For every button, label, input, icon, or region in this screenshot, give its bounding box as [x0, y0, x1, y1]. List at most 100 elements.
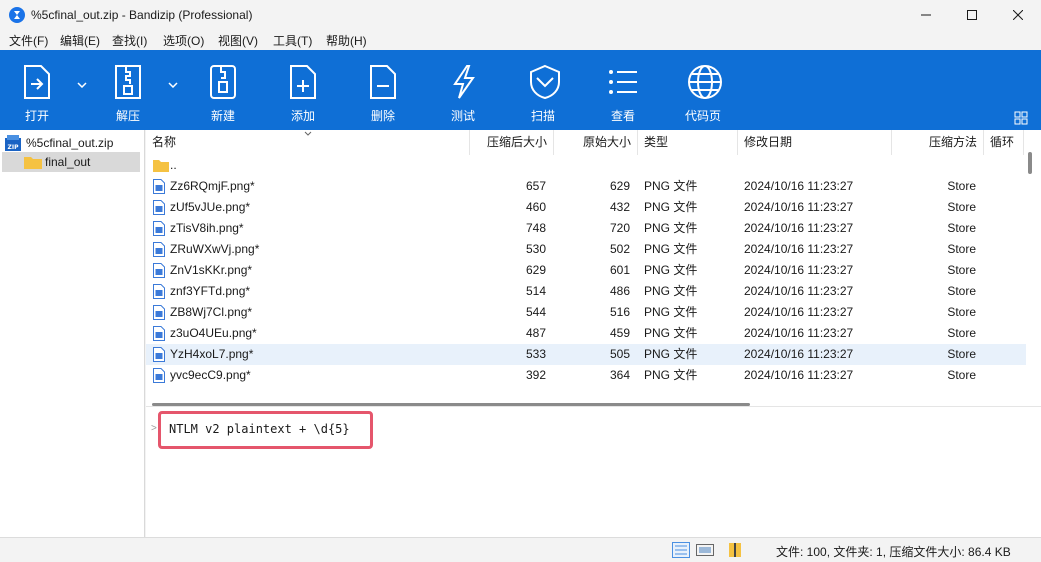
table-row[interactable]: YzH4xoL7.png* 533 505 PNG 文件 2024/10/16 11:2… [146, 344, 1026, 365]
open-dropdown-chevron-icon[interactable] [77, 77, 89, 89]
table-row[interactable]: z3uO4UEu.png* 487 459 PNG 文件 2024/10/16 11:2… [146, 323, 1026, 344]
vertical-scrollbar[interactable] [1028, 152, 1032, 174]
maximize-button[interactable] [949, 0, 995, 30]
compression-method: Store [947, 347, 976, 361]
folder-icon [24, 157, 42, 169]
file-name: Zz6RQmjF.png* [170, 179, 255, 193]
table-row[interactable]: znf3YFTd.png* 514 486 PNG 文件 2024/10/16 11:2… [146, 281, 1026, 302]
modified-date: 2024/10/16 11:23:27 [744, 200, 854, 214]
column-type[interactable]: 类型 [638, 130, 738, 155]
compressed-size: 514 [525, 284, 546, 298]
new-archive-button[interactable]: 新建 [188, 50, 258, 130]
file-type: PNG 文件 [644, 305, 698, 319]
png-file-icon [153, 200, 165, 215]
menu-options[interactable]: 选项(O) [163, 32, 204, 49]
add-label: 添加 [290, 109, 315, 123]
menu-file[interactable]: 文件(F) [9, 32, 48, 49]
compressed-size: 530 [525, 242, 546, 256]
table-row[interactable]: Zz6RQmjF.png* 657 629 PNG 文件 2024/10/16 11:2… [146, 176, 1026, 197]
scan-label: 扫描 [530, 109, 555, 123]
tree-root-archive[interactable]: ZIP %5cfinal_out.zip [4, 134, 142, 152]
png-file-icon [153, 326, 165, 341]
folder-icon [153, 158, 169, 173]
file-type: PNG 文件 [644, 221, 698, 235]
file-name: znf3YFTd.png* [170, 284, 251, 298]
comment-expand-chevron-icon[interactable]: > [151, 423, 157, 434]
folder-tree: ZIP %5cfinal_out.zip final_out [0, 130, 145, 537]
test-icon [453, 65, 475, 99]
bandizip-logo-icon [9, 7, 25, 23]
column-modified[interactable]: 修改日期 [738, 130, 892, 155]
file-name: zUf5vJUe.png* [170, 200, 251, 214]
table-row[interactable]: ZnV1sKKr.png* 629 601 PNG 文件 2024/10/16 11:2… [146, 260, 1026, 281]
scan-button[interactable]: 扫描 [508, 50, 578, 130]
scan-shield-icon [530, 64, 560, 100]
codepage-globe-icon [688, 65, 722, 99]
layout-grid-icon[interactable] [1013, 110, 1029, 126]
details-view-icon[interactable] [672, 542, 690, 558]
file-type: PNG 文件 [644, 284, 698, 298]
delete-label: 删除 [370, 109, 395, 123]
original-size: 432 [609, 200, 630, 214]
menu-edit[interactable]: 编辑(E) [60, 32, 100, 49]
table-row[interactable]: zUf5vJUe.png* 460 432 PNG 文件 2024/10/16 11:2… [146, 197, 1026, 218]
extract-dropdown-chevron-icon[interactable] [168, 77, 180, 89]
menu-bar: 文件(F) 编辑(E) 查找(I) 选项(O) 视图(V) 工具(T) 帮助(H… [0, 30, 1041, 50]
tree-item-final-out[interactable]: final_out [2, 152, 140, 172]
column-original-size[interactable]: 原始大小 [554, 130, 638, 155]
add-file-icon [290, 65, 316, 99]
test-button[interactable]: 测试 [428, 50, 498, 130]
compression-method: Store [947, 326, 976, 340]
file-name: ZRuWXwVj.png* [170, 242, 260, 256]
compression-method: Store [947, 242, 976, 256]
parent-folder-row[interactable]: .. [146, 155, 1026, 176]
menu-help[interactable]: 帮助(H) [326, 32, 367, 49]
extract-icon [115, 65, 141, 99]
table-row[interactable]: yvc9ecC9.png* 392 364 PNG 文件 2024/10/16 11:2… [146, 365, 1026, 386]
sort-chevron-icon [304, 131, 312, 136]
compression-method: Store [947, 263, 976, 277]
compressed-size: 544 [525, 305, 546, 319]
compression-method: Store [947, 221, 976, 235]
table-row[interactable]: ZRuWXwVj.png* 530 502 PNG 文件 2024/10/16 11:2… [146, 239, 1026, 260]
view-button[interactable]: 查看 [588, 50, 658, 130]
modified-date: 2024/10/16 11:23:27 [744, 368, 854, 382]
compression-method: Store [947, 368, 976, 382]
column-crc[interactable]: 循环 [984, 130, 1024, 155]
open-icon [24, 65, 50, 99]
file-name: ZB8Wj7Cl.png* [170, 305, 253, 319]
archive-info-icon[interactable] [727, 542, 745, 558]
extract-button[interactable]: 解压 [93, 50, 163, 130]
column-method[interactable]: 压缩方法 [892, 130, 984, 155]
archive-comment-text: NTLM v2 plaintext + \d{5} [169, 422, 350, 436]
new-archive-label: 新建 [210, 109, 235, 123]
png-file-icon [153, 284, 165, 299]
tree-root-label: %5cfinal_out.zip [26, 136, 114, 150]
png-file-icon [153, 242, 165, 257]
delete-button[interactable]: 删除 [348, 50, 418, 130]
png-file-icon [153, 305, 165, 320]
close-button[interactable] [995, 0, 1041, 30]
file-name: .. [170, 158, 177, 172]
file-name: z3uO4UEu.png* [170, 326, 257, 340]
modified-date: 2024/10/16 11:23:27 [744, 242, 854, 256]
menu-view[interactable]: 视图(V) [218, 32, 258, 49]
menu-tools[interactable]: 工具(T) [273, 32, 312, 49]
add-button[interactable]: 添加 [268, 50, 338, 130]
table-row[interactable]: zTisV8ih.png* 748 720 PNG 文件 2024/10/16 11:2… [146, 218, 1026, 239]
minimize-button[interactable] [903, 0, 949, 30]
modified-date: 2024/10/16 11:23:27 [744, 263, 854, 277]
menu-find[interactable]: 查找(I) [112, 32, 147, 49]
table-row[interactable]: ZB8Wj7Cl.png* 544 516 PNG 文件 2024/10/16 11:2… [146, 302, 1026, 323]
file-type: PNG 文件 [644, 242, 698, 256]
png-file-icon [153, 347, 165, 362]
original-size: 516 [609, 305, 630, 319]
compression-method: Store [947, 179, 976, 193]
preview-pane-icon[interactable] [696, 542, 714, 558]
original-size: 459 [609, 326, 630, 340]
open-button[interactable]: 打开 [2, 50, 72, 130]
column-compressed-size[interactable]: 压缩后大小 [470, 130, 554, 155]
original-size: 629 [609, 179, 630, 193]
codepage-button[interactable]: 代码页 [668, 50, 738, 130]
file-type: PNG 文件 [644, 368, 698, 382]
